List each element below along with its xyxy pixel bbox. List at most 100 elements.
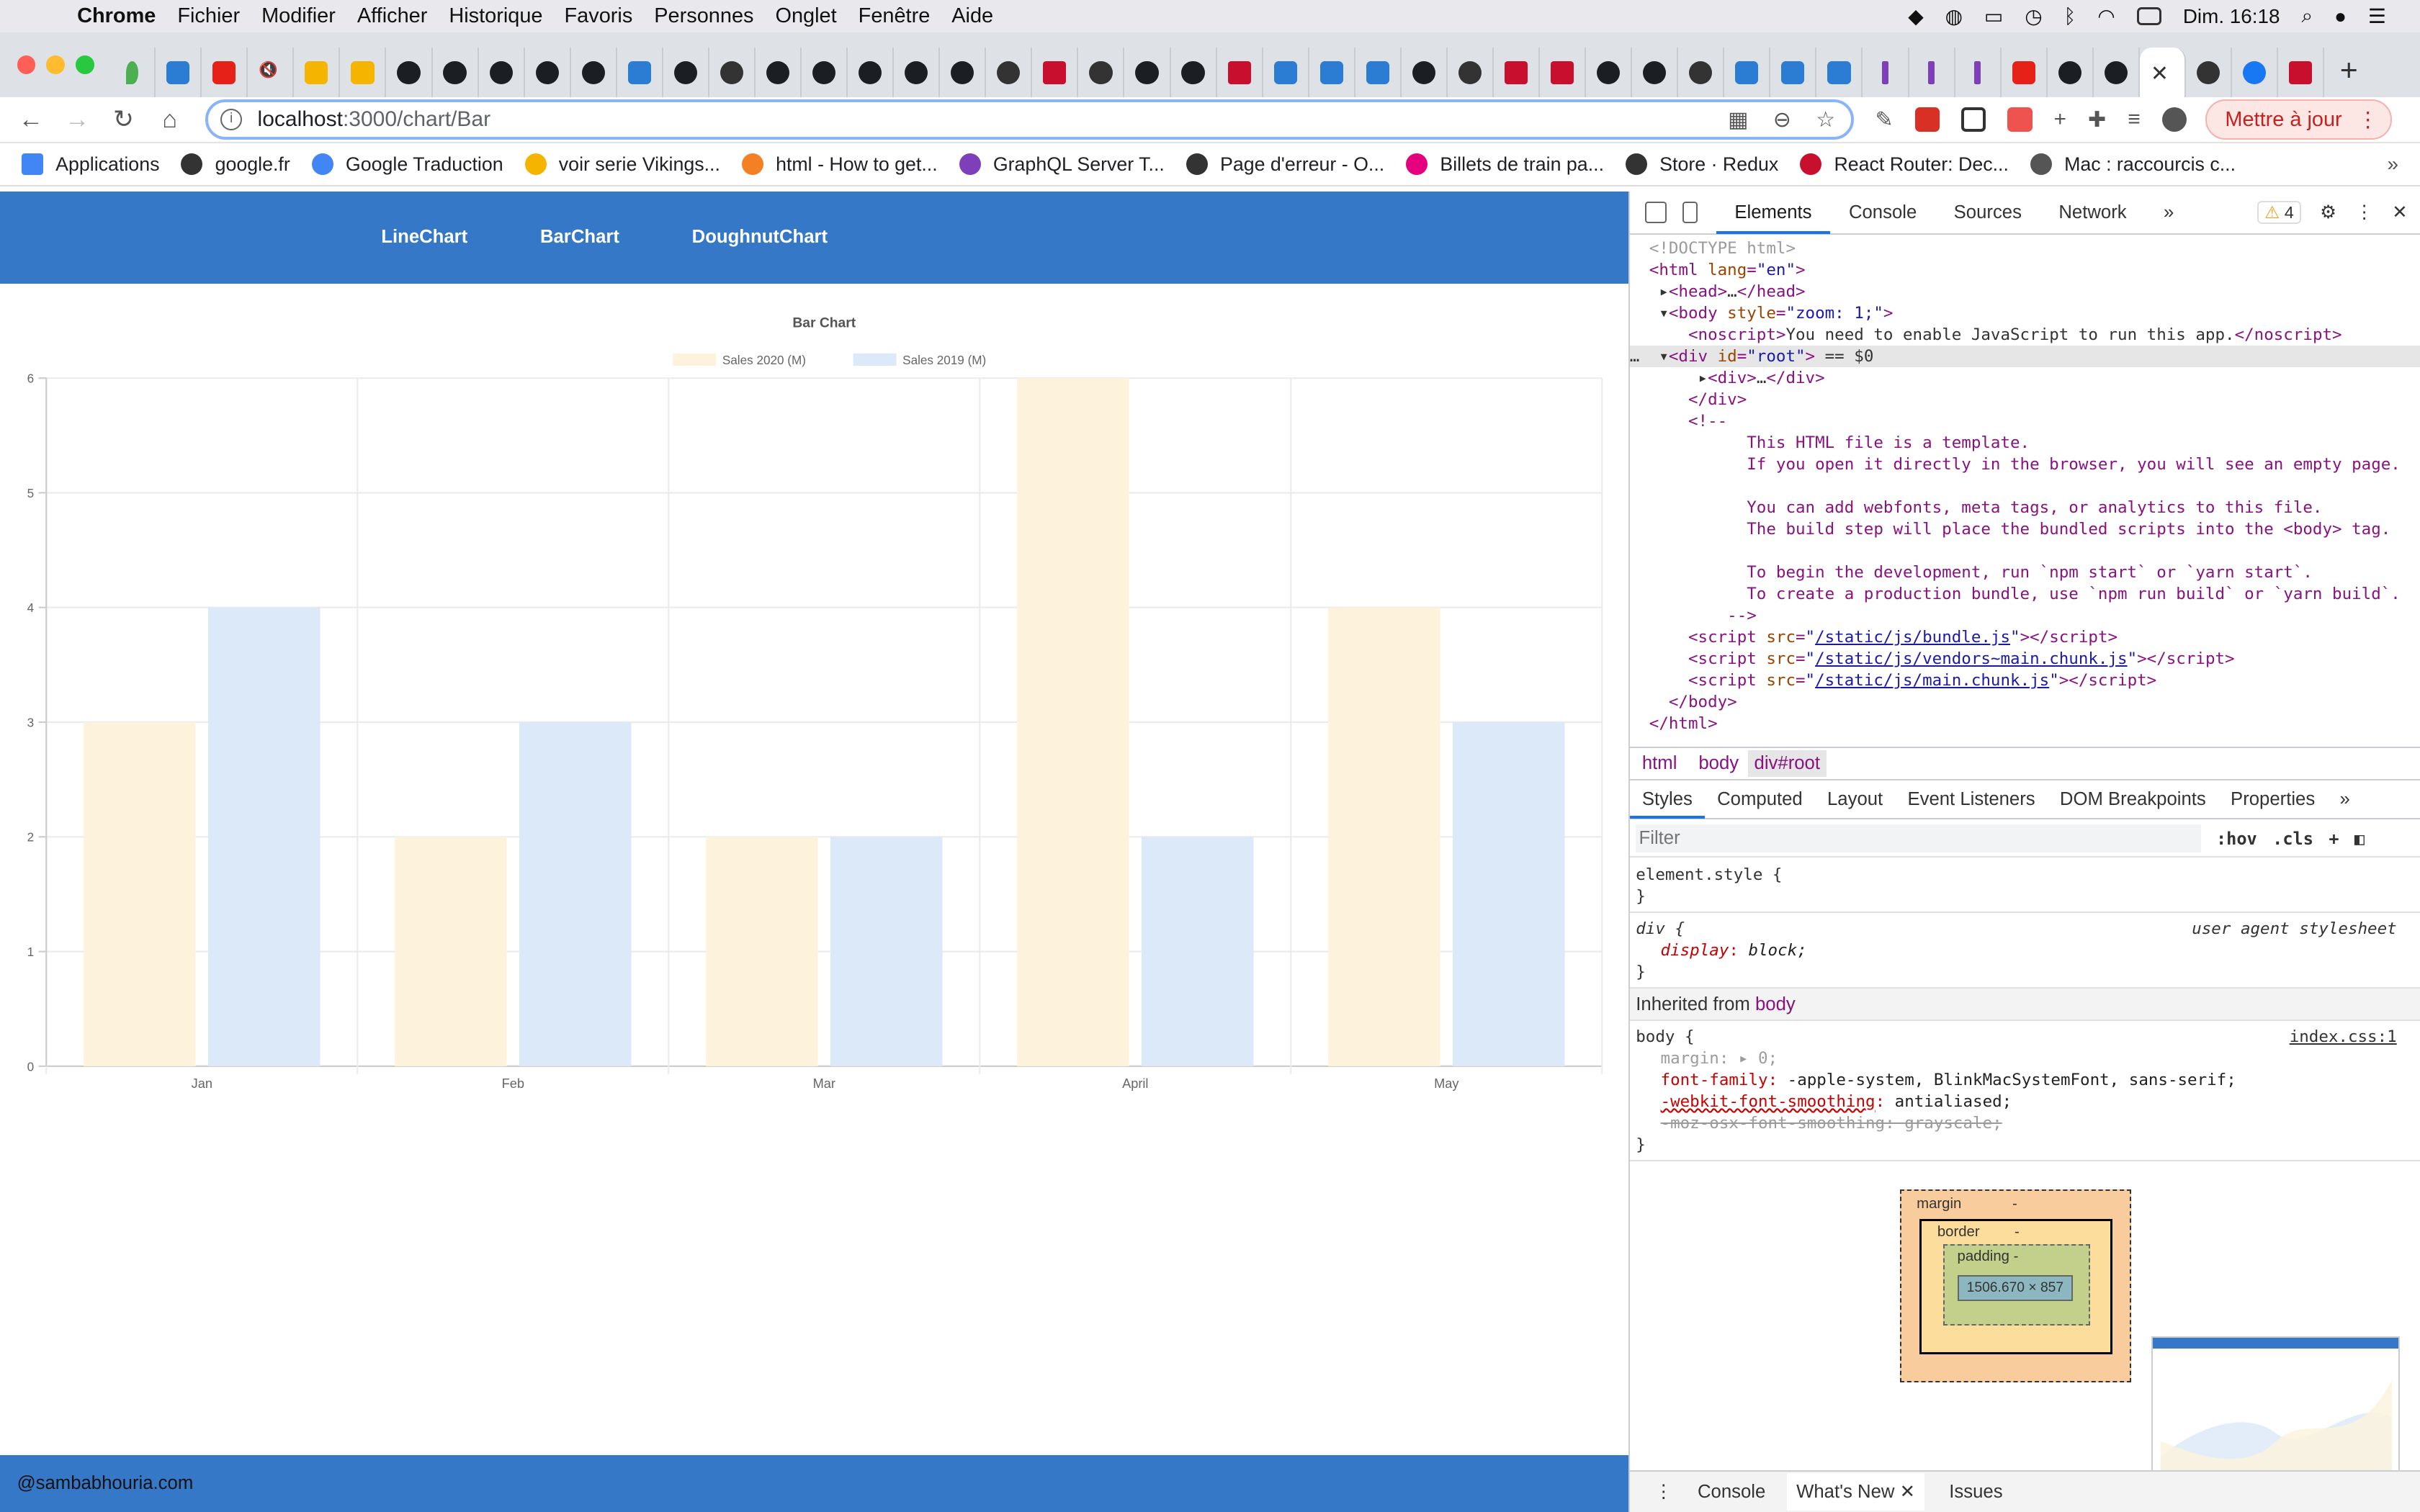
bookmark-item[interactable]: React Router: Dec... (1800, 153, 2009, 176)
extension-fox-icon[interactable] (1914, 107, 1940, 132)
bookmark-item[interactable]: google.fr (181, 153, 290, 176)
drawer-tab-issues[interactable]: Issues (1949, 1482, 2002, 1503)
new-tab-button[interactable]: + (2340, 53, 2358, 89)
browser-tab[interactable] (1448, 48, 1494, 97)
browser-tab[interactable] (2002, 48, 2048, 97)
css-property[interactable]: font-family: -apple-system, BlinkMacSyst… (1636, 1069, 2415, 1091)
tab-dom-breakpoints[interactable]: DOM Breakpoints (2048, 781, 2218, 818)
nav-barchart[interactable]: BarChart (540, 227, 619, 248)
drawer-tab-whats-new[interactable]: What's New ✕ (1787, 1473, 1924, 1511)
browser-tab[interactable] (386, 48, 433, 97)
tab-sources[interactable]: Sources (1935, 191, 2040, 234)
browser-tab[interactable]: 🔇 (248, 48, 295, 97)
home-button[interactable]: ⌂ (147, 106, 193, 134)
rule-element-style[interactable]: element.style { } (1629, 860, 2420, 914)
dom-comment[interactable]: <!-- (1630, 410, 2420, 432)
menu-favoris[interactable]: Favoris (565, 4, 633, 28)
browser-tab[interactable] (2094, 48, 2140, 97)
extensions-puzzle-icon[interactable]: ✚ (2088, 107, 2106, 132)
browser-tab[interactable] (1032, 48, 1079, 97)
minimize-window-button[interactable] (46, 55, 65, 74)
inspect-element-icon[interactable] (1645, 201, 1667, 223)
browser-tab[interactable] (2186, 48, 2233, 97)
browser-tab[interactable] (2048, 48, 2094, 97)
cls-toggle[interactable]: .cls (2272, 829, 2313, 849)
menu-aide[interactable]: Aide (951, 4, 993, 28)
browser-tab[interactable] (479, 48, 525, 97)
qr-code-icon[interactable]: ▦ (1728, 107, 1748, 132)
rule-source-link[interactable]: index.css:1 (2290, 1026, 2397, 1048)
browser-tab[interactable] (340, 48, 387, 97)
warnings-badge[interactable]: ⚠ 4 (2257, 200, 2302, 224)
dom-line[interactable]: ▸<div>…</div> (1630, 367, 2420, 389)
forward-button[interactable]: → (54, 106, 100, 134)
crumb-body[interactable]: body (1698, 753, 1739, 774)
tab-console[interactable]: Console (1830, 191, 1935, 234)
reading-list-icon[interactable]: ≡ (2128, 107, 2141, 132)
css-property[interactable]: margin: ▸ 0; (1636, 1048, 2415, 1069)
rule-div[interactable]: div { user agent stylesheet display: blo… (1629, 913, 2420, 989)
menubar-clock[interactable]: Dim. 16:18 (2183, 5, 2280, 28)
dom-line-selected[interactable]: … ▾<div id="root"> == $0 (1629, 345, 2420, 367)
bluetooth-icon[interactable]: ᛒ (2064, 5, 2076, 28)
browser-tab[interactable] (1724, 48, 1771, 97)
browser-tab[interactable] (1632, 48, 1679, 97)
tab-event-listeners[interactable]: Event Listeners (1895, 781, 2047, 818)
site-info-icon[interactable]: i (220, 109, 243, 131)
bookmark-item[interactable]: voir serie Vikings... (524, 153, 720, 176)
browser-tab[interactable] (202, 48, 248, 97)
browser-tab[interactable] (1494, 48, 1541, 97)
menu-modifier[interactable]: Modifier (261, 4, 336, 28)
box-margin-value[interactable]: - (2012, 1196, 2017, 1212)
profile-avatar[interactable] (2161, 107, 2187, 132)
dom-line[interactable]: <script src="/static/js/vendors~main.chu… (1630, 648, 2420, 670)
dom-line[interactable]: <noscript>You need to enable JavaScript … (1630, 324, 2420, 346)
bookmarks-overflow-icon[interactable]: » (2388, 153, 2399, 176)
bookmark-item[interactable]: Store · Redux (1626, 153, 1778, 176)
tab-computed[interactable]: Computed (1705, 781, 1815, 818)
browser-tab[interactable] (756, 48, 802, 97)
menu-fichier[interactable]: Fichier (177, 4, 240, 28)
browser-tab[interactable] (663, 48, 709, 97)
menu-onglet[interactable]: Onglet (775, 4, 836, 28)
hov-toggle[interactable]: :hov (2216, 829, 2257, 849)
browser-tab[interactable] (1402, 48, 1448, 97)
vpn-icon[interactable]: ◍ (1945, 4, 1963, 28)
tab-layout[interactable]: Layout (1815, 781, 1895, 818)
drawer-tab-console[interactable]: Console (1698, 1482, 1765, 1503)
close-window-button[interactable] (17, 55, 36, 74)
menu-fenetre[interactable]: Fenêtre (859, 4, 931, 28)
tab-styles-more[interactable]: » (2327, 781, 2362, 818)
extension-pencil-icon[interactable]: ✎ (1876, 107, 1894, 132)
crumb-div-root[interactable]: div#root (1747, 750, 1827, 778)
browser-tab-active[interactable]: ✕ (2139, 48, 2187, 97)
browser-tab[interactable] (1263, 48, 1309, 97)
browser-tab[interactable] (109, 48, 156, 97)
browser-tab[interactable] (2278, 48, 2325, 97)
crumb-html[interactable]: html (1642, 753, 1677, 774)
styles-filter-input[interactable] (1636, 824, 2201, 852)
browser-tab[interactable] (802, 48, 848, 97)
nav-linechart[interactable]: LineChart (381, 227, 467, 248)
battery-icon[interactable] (2136, 6, 2161, 26)
menu-chrome[interactable]: Chrome (77, 4, 156, 28)
browser-tab[interactable] (1078, 48, 1125, 97)
extension-badge-icon[interactable] (2007, 107, 2033, 132)
dom-line[interactable]: <script src="/static/js/main.chunk.js"><… (1630, 670, 2420, 691)
dom-line[interactable]: </html> (1630, 713, 2420, 734)
browser-tab[interactable] (709, 48, 756, 97)
browser-tab[interactable] (1909, 48, 1955, 97)
reload-button[interactable]: ↻ (100, 105, 146, 134)
browser-tab[interactable] (1678, 48, 1725, 97)
menu-afficher[interactable]: Afficher (357, 4, 427, 28)
new-rule-icon[interactable]: + (2329, 829, 2339, 849)
menu-historique[interactable]: Historique (449, 4, 542, 28)
wifi-icon[interactable]: ◠ (2097, 4, 2115, 28)
zoom-window-button[interactable] (75, 55, 94, 74)
dom-line[interactable]: </div> (1630, 389, 2420, 410)
address-bar[interactable]: i localhost:3000/chart/Bar ▦ ⊖ ☆ (205, 99, 1854, 140)
browser-tab[interactable] (1309, 48, 1355, 97)
browser-tab[interactable] (1355, 48, 1402, 97)
browser-tab[interactable] (1540, 48, 1587, 97)
dom-line[interactable]: ▸<head>…</head> (1630, 281, 2420, 302)
